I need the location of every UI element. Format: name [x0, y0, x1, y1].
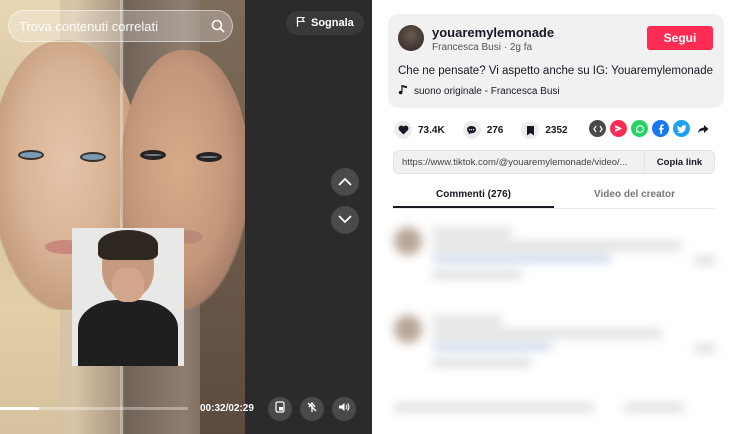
- volume-icon: [338, 400, 350, 418]
- like-count: 73.4K: [418, 124, 445, 136]
- next-video-button[interactable]: [331, 206, 359, 234]
- chevron-up-icon: [338, 173, 352, 191]
- video-link-url[interactable]: https://www.tiktok.com/@youaremylemonade…: [394, 157, 644, 168]
- sound-label: suono originale - Francesca Busi: [414, 85, 560, 97]
- report-label: Sognala: [311, 17, 354, 29]
- like-stat: 73.4K: [394, 121, 445, 139]
- share-buttons: [589, 120, 711, 137]
- comment-stat: 276: [462, 121, 504, 139]
- author-username[interactable]: youaremylemonade: [432, 25, 554, 40]
- author-separator: ·: [503, 42, 508, 53]
- comments-list: [388, 215, 728, 434]
- avatar: [394, 315, 422, 343]
- sound-link[interactable]: suono originale - Francesca Busi: [398, 84, 560, 98]
- video-frame: [0, 0, 245, 434]
- search-input[interactable]: [19, 18, 195, 34]
- floating-player-button[interactable]: [268, 397, 292, 421]
- comment-icon[interactable]: [462, 121, 481, 139]
- tab-creator-videos[interactable]: Video del creator: [554, 183, 715, 208]
- save-stat: 2352: [521, 121, 568, 139]
- bookmark-icon[interactable]: [521, 121, 540, 139]
- search-icon[interactable]: [211, 17, 225, 35]
- music-note-icon: [398, 84, 408, 98]
- whatsapp-icon[interactable]: [631, 120, 648, 137]
- avatar[interactable]: [398, 25, 424, 51]
- previous-video-button[interactable]: [331, 168, 359, 196]
- engagement-stats: 73.4K 276 2352: [394, 119, 586, 141]
- follow-button[interactable]: Segui: [647, 26, 713, 50]
- video-caption: Che ne pensate? Vi aspetto anche su IG: …: [398, 65, 713, 77]
- floating-player-icon: [274, 400, 286, 418]
- chevron-down-icon: [338, 211, 352, 229]
- comment-count: 276: [486, 124, 504, 136]
- autoscroll-button[interactable]: [300, 397, 324, 421]
- tab-bar: Commenti (276) Video del creator: [393, 183, 715, 209]
- save-count: 2352: [545, 124, 568, 136]
- autoscroll-icon: [306, 400, 318, 418]
- volume-button[interactable]: [332, 397, 356, 421]
- twitter-icon[interactable]: [673, 120, 690, 137]
- related-search-bar[interactable]: [8, 10, 233, 42]
- heart-icon[interactable]: [394, 121, 412, 139]
- author-display-name: Francesca Busi: [432, 42, 501, 53]
- avatar: [394, 227, 422, 255]
- embed-icon[interactable]: [589, 120, 606, 137]
- copy-link-button[interactable]: Copia link: [644, 151, 714, 173]
- video-progress-fill: [0, 407, 40, 410]
- video-info-panel: youaremylemonade Francesca Busi · 2g fa …: [372, 0, 740, 434]
- report-button[interactable]: Sognala: [286, 11, 364, 35]
- send-icon[interactable]: [610, 120, 627, 137]
- tab-comments[interactable]: Commenti (276): [393, 183, 554, 208]
- video-time: 00:32/02:29: [200, 403, 254, 414]
- facebook-icon[interactable]: [652, 120, 669, 137]
- author-card: youaremylemonade Francesca Busi · 2g fa …: [388, 14, 724, 108]
- video-progress-bar[interactable]: [0, 407, 188, 410]
- video-player[interactable]: Sognala 00:32/02:29: [0, 0, 372, 434]
- flag-icon: [296, 16, 306, 30]
- post-date: 2g fa: [509, 42, 533, 53]
- share-arrow-icon[interactable]: [694, 120, 711, 137]
- creator-overlay-video: [72, 228, 184, 366]
- author-subline: Francesca Busi · 2g fa: [432, 42, 532, 53]
- video-link-box: https://www.tiktok.com/@youaremylemonade…: [393, 150, 715, 174]
